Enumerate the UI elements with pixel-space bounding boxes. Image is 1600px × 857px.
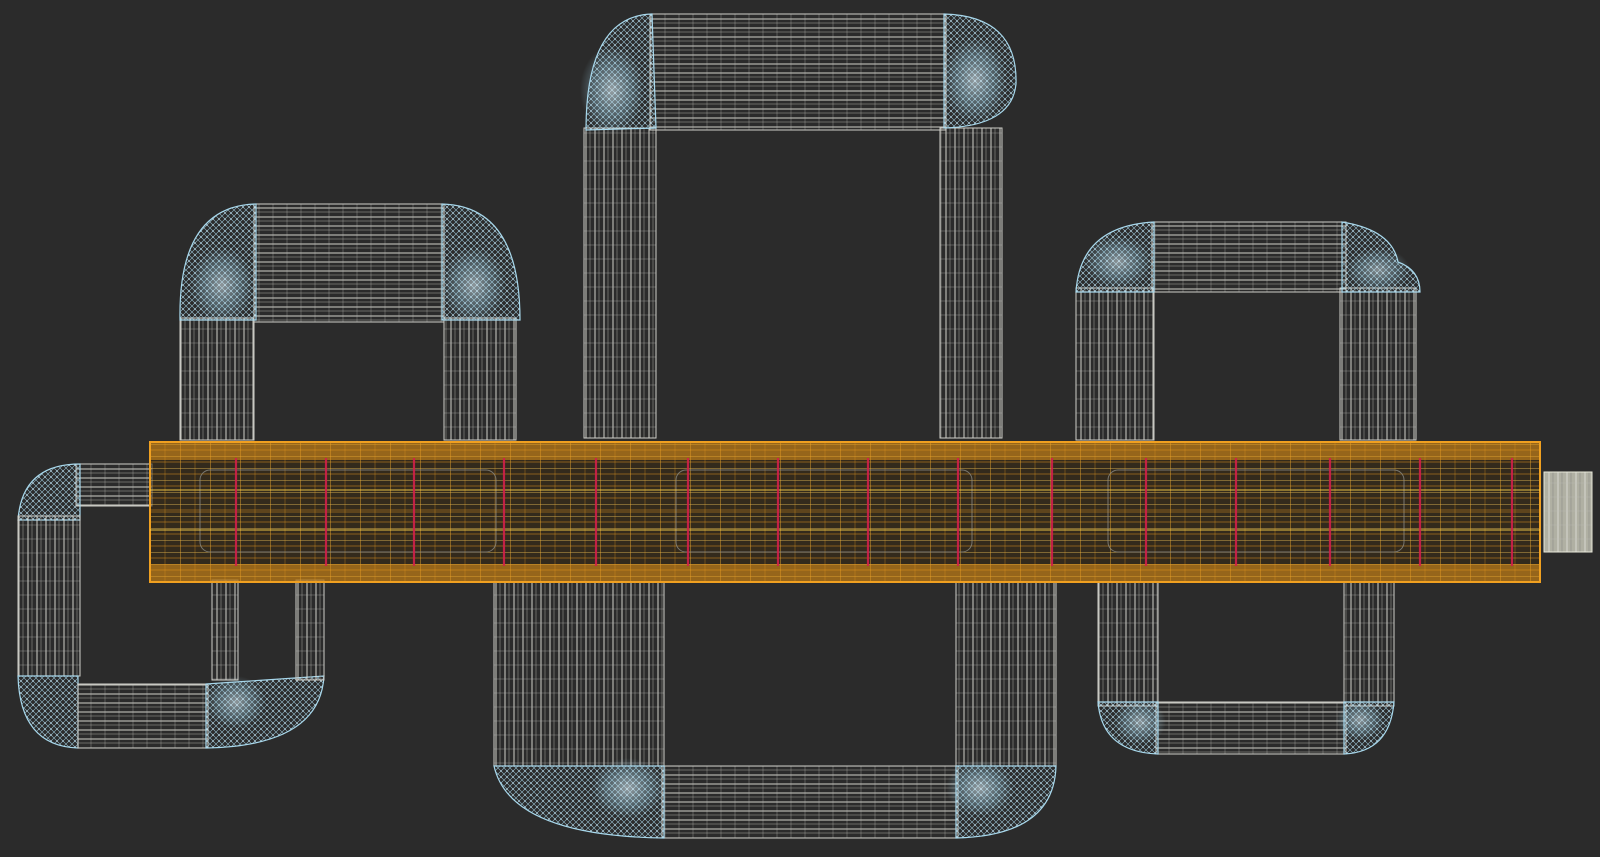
pipe-segment	[295, 579, 325, 681]
pipe-segment	[1339, 287, 1417, 441]
loop-top-left[interactable]	[179, 203, 521, 441]
pipe-segment	[17, 515, 81, 677]
pipe-segment	[493, 581, 665, 767]
pipe-segment	[1097, 581, 1159, 707]
main-conduit[interactable]	[149, 441, 1541, 583]
pipe-segment	[1343, 581, 1395, 707]
pipe-segment	[77, 683, 209, 749]
pipe-segment	[955, 581, 1057, 767]
pipe-segment	[649, 13, 947, 131]
3d-viewport[interactable]	[0, 0, 1600, 857]
pipe-segment	[939, 127, 1003, 439]
pipe-segment	[443, 317, 517, 441]
pipe-segment	[1151, 221, 1347, 293]
pipe-segment	[75, 463, 153, 507]
end-connector[interactable]	[1543, 471, 1593, 553]
conduit-top-rail	[150, 442, 1540, 460]
pipe-segment	[1075, 287, 1155, 441]
pipe-segment	[1155, 701, 1347, 755]
pipe-segment	[583, 127, 657, 439]
pipe-bend	[17, 675, 79, 749]
pipe-bend	[17, 463, 81, 521]
loop-bottom-right[interactable]	[1097, 581, 1395, 755]
loop-bottom-center[interactable]	[493, 581, 1057, 839]
pipe-segment	[179, 317, 255, 441]
loop-top-right[interactable]	[1075, 221, 1421, 441]
loop-top-center[interactable]	[580, 13, 1017, 439]
pipe-segment	[661, 765, 959, 839]
pipe-segment	[211, 579, 239, 681]
conduit-bottom-rail	[150, 564, 1540, 582]
pipe-segment	[253, 203, 445, 323]
wireframe-scene	[17, 13, 1593, 839]
